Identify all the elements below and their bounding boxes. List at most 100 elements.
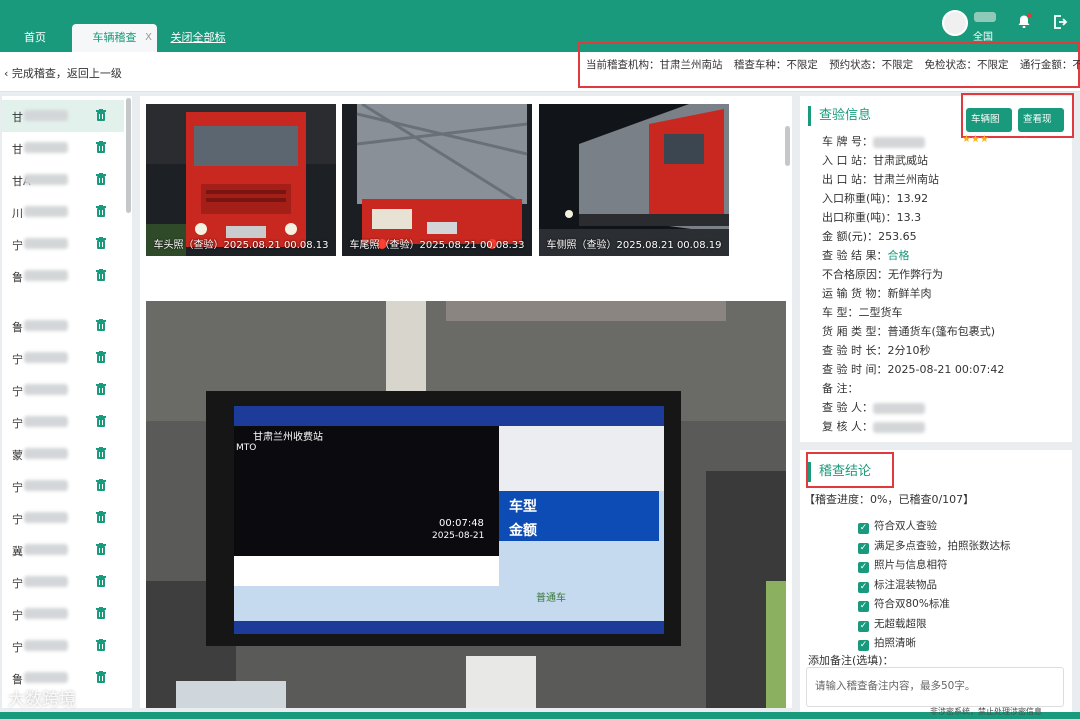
checkbox-checked-icon[interactable]: ✓ [858,601,869,612]
view-site-button[interactable]: 查看现场 [1018,108,1064,149]
photo-side[interactable]: 车侧照（查验）2025.08.21 00.08.19 [539,104,729,256]
filter-exemption: 免检状态：不限定 [924,59,1009,71]
info-label: 车 牌 号： [822,135,873,148]
vehicle-list-item[interactable]: 甘 [2,100,124,132]
trash-icon[interactable] [96,415,106,427]
plate-redacted [24,416,68,427]
info-row: 查 验 时 长：2分10秒 [822,342,931,358]
scrollbar[interactable] [785,126,790,166]
avatar[interactable] [942,10,968,36]
tab-vehicle-inspection[interactable]: 车辆稽查 X [72,24,157,52]
notification-dot [1027,13,1032,18]
plate-redacted [24,352,68,363]
info-label: 备 注： [822,382,859,395]
trash-icon[interactable] [96,447,106,459]
trash-icon[interactable] [96,671,106,683]
vehicle-list-item[interactable]: 宁 [2,342,124,374]
logout-icon[interactable] [1052,14,1068,30]
info-row: 入 口 站：甘肃武威站 [822,152,928,168]
vehicle-list-item[interactable]: 宁 [2,470,124,502]
trash-icon[interactable] [96,543,106,555]
checklist-item[interactable]: ✓ 满足多点查验，拍照张数达标 [858,538,1011,554]
bell-icon[interactable] [1016,13,1032,30]
checklist-item[interactable]: ✓ 照片与信息相符 [858,557,948,573]
checklist-item[interactable]: ✓ 无超载超限 [858,616,927,632]
vehicle-list-item[interactable]: 甘A [2,164,124,196]
checkbox-checked-icon[interactable]: ✓ [858,620,869,632]
trash-icon[interactable] [96,575,106,587]
info-label: 金 额(元)： [822,230,879,243]
username-redacted [974,12,996,22]
plate-prefix: 宁 [12,481,23,494]
vehicle-list-item[interactable]: 甘 [2,132,124,164]
checkbox-checked-icon[interactable]: ✓ [858,542,869,554]
checkbox-checked-icon[interactable]: ✓ [858,640,869,651]
trash-icon[interactable] [96,237,106,249]
info-label: 运 输 货 物： [822,287,888,300]
checkbox-checked-icon[interactable]: ✓ [858,581,869,593]
plate-redacted [24,174,68,185]
vehicle-list-item[interactable]: 宁 [2,566,124,598]
info-row: 查 验 结 果：合格 [822,247,910,263]
trash-icon[interactable] [96,607,106,619]
vehicle-list-item[interactable]: 鲁 [2,260,124,292]
info-row: 查 验 人： [822,399,925,415]
trash-icon[interactable] [96,205,106,217]
vehicle-list-item[interactable]: 川 [2,196,124,228]
vehicle-list-item[interactable]: 宁 [2,502,124,534]
checkbox-checked-icon[interactable]: ✓ [858,562,869,573]
scrollbar[interactable] [126,98,131,213]
trash-icon[interactable] [96,351,106,363]
vehicle-list-item[interactable]: 宁 [2,228,124,260]
plate-prefix: 鲁 [12,271,23,284]
photo-front[interactable]: 车头照（查验）2025.08.21 00.08.13 [146,104,336,256]
checklist-item[interactable]: ✓ 符合双80%标准 [858,596,950,612]
remark-label: 添加备注(选填)： [808,654,894,667]
plate-redacted [24,544,68,555]
remark-textarea[interactable]: 请输入稽查备注内容，最多50字。 [806,667,1064,707]
trash-icon[interactable] [96,639,106,651]
vehicle-list-item[interactable]: 宁 [2,630,124,662]
watermark: 大数跨境 [8,690,76,710]
trash-icon[interactable] [96,109,106,121]
checkbox-checked-icon[interactable]: ✓ [858,523,869,534]
vehicle-list-item[interactable]: 冀 [2,534,124,566]
close-icon[interactable]: X [145,24,152,52]
bottom-bar [0,712,1080,719]
photo-caption: 车侧照（查验）2025.08.21 00.08.19 [546,240,722,251]
plate-redacted [24,640,68,651]
vehicle-list-item[interactable]: 宁 [2,406,124,438]
back-link[interactable]: ‹ 完成稽查，返回上一级 [4,65,122,81]
trash-icon[interactable] [96,383,106,395]
trash-icon[interactable] [96,173,106,185]
checklist-item[interactable]: ✓ 标注混装物品 [858,577,937,593]
vehicle-list-item[interactable]: 鲁 [2,310,124,342]
tab-home[interactable]: 首页 [10,24,60,52]
tab-label: 车辆稽查 [92,31,137,44]
trash-icon[interactable] [96,479,106,491]
info-label: 入 口 站： [822,154,873,167]
trash-icon[interactable] [96,269,106,281]
info-value: 2分10秒 [887,344,931,357]
photo-area: 车头照（查验）2025.08.21 00.08.13 车尾照（查验）2025.0… [140,96,792,708]
checklist-item[interactable]: ✓ 符合双人查验 [858,518,937,534]
close-all-tabs-link[interactable]: 关闭全部标签 [168,24,228,72]
info-row: 入口称重(吨)：13.92 [822,190,928,206]
trash-icon[interactable] [96,511,106,523]
vehicle-list-item[interactable]: 蒙 [2,438,124,470]
plate-prefix: 川 [12,207,23,220]
checklist-item[interactable]: ✓ 拍照清晰 [858,635,916,651]
vehicle-image-button[interactable]: 车辆图像 [966,108,1012,149]
main-site-photo[interactable]: 甘肃兰州收费站 MTO 00:07:48 2025-08-21 车型 金额 普通… [146,301,786,708]
filter-amount: 通行金额：不限定 [1019,59,1080,71]
plate-prefix: 甘 [12,143,23,156]
vehicle-list-item[interactable]: 宁 [2,598,124,630]
info-row: 运 输 货 物：新鲜羊肉 [822,285,932,301]
trash-icon[interactable] [96,141,106,153]
photo-rear[interactable]: 车尾照（查验）2025.08.21 00.08.33 [342,104,532,256]
info-label: 查 验 结 果： [822,249,888,262]
vehicle-list-item[interactable]: 宁 [2,374,124,406]
plate-redacted [24,238,68,249]
trash-icon[interactable] [96,319,106,331]
info-row: 出 口 站：甘肃兰州南站 [822,171,939,187]
